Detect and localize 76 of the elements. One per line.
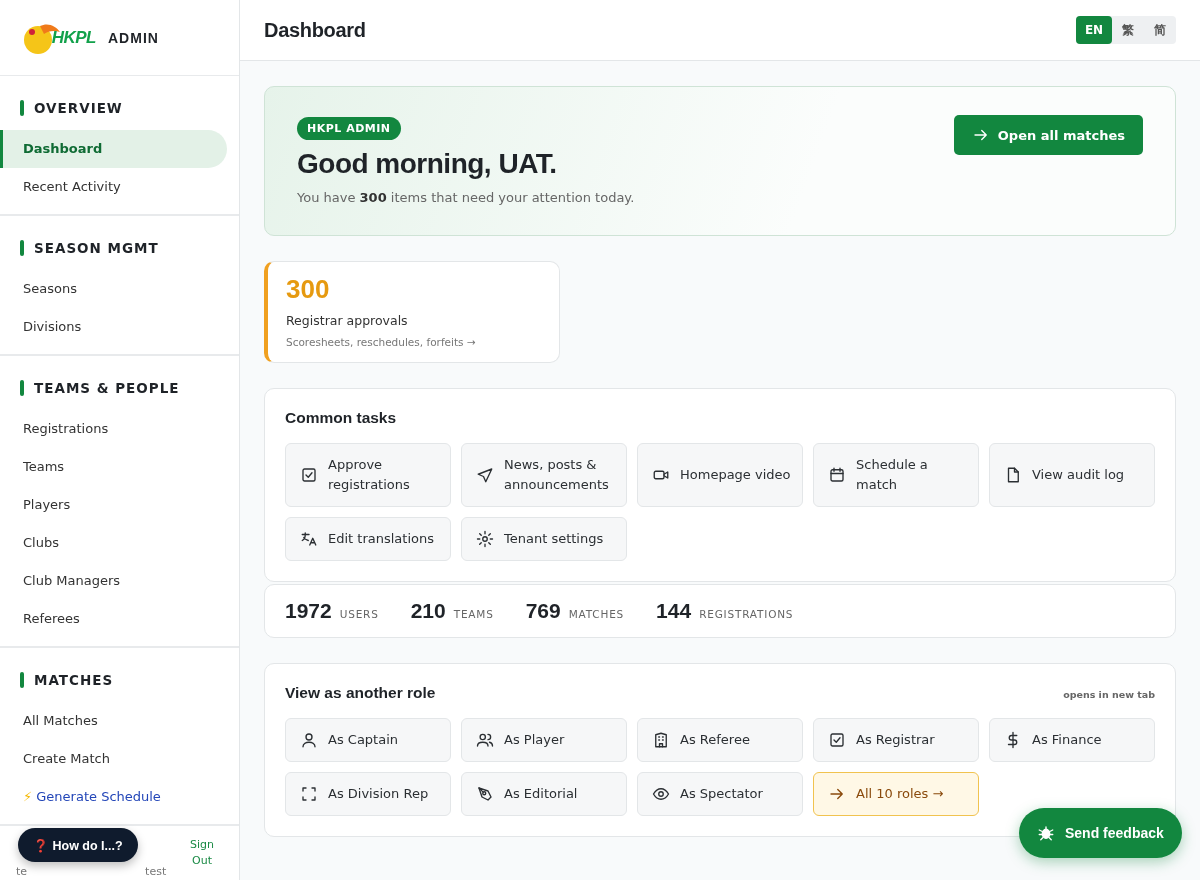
role-button[interactable]: As Player bbox=[461, 718, 627, 762]
language-toggle[interactable]: 繁 bbox=[1112, 16, 1144, 44]
nav-item[interactable]: Dashboard bbox=[0, 130, 227, 168]
section-heading: SEASON MGMT bbox=[34, 240, 159, 256]
task-button[interactable]: News, posts & announcements bbox=[461, 443, 627, 507]
role-button[interactable]: As Registrar bbox=[813, 718, 979, 762]
language-toggle[interactable]: EN bbox=[1076, 16, 1112, 44]
checkbox-icon bbox=[828, 731, 846, 749]
new-tab-note: opens in new tab bbox=[1063, 689, 1155, 700]
section-heading: MATCHES bbox=[34, 672, 114, 688]
attention-card[interactable]: 300 Registrar approvals Scoresheets, reschedules, forfeits → bbox=[264, 261, 560, 363]
stat-value: 144 bbox=[656, 599, 692, 623]
send-icon bbox=[476, 466, 494, 484]
stat-value: 769 bbox=[525, 599, 561, 623]
translate-icon bbox=[300, 530, 318, 548]
attention-count: 300 bbox=[286, 274, 331, 305]
user-email-fragment: test bbox=[145, 866, 167, 878]
sign-out-link[interactable]: Sign Out bbox=[187, 837, 217, 869]
nav-item[interactable]: Club Managers bbox=[0, 562, 227, 600]
nav-item[interactable]: Create Match bbox=[0, 740, 227, 778]
nav-item[interactable]: Registrations bbox=[0, 410, 227, 448]
role-button[interactable]: As Division Rep bbox=[285, 772, 451, 816]
nav-item[interactable]: Clubs bbox=[0, 524, 227, 562]
nav-item[interactable]: Referees bbox=[0, 600, 227, 638]
all-roles-button[interactable]: All 10 roles → bbox=[813, 772, 979, 816]
stat-label: REGISTRATIONS bbox=[699, 608, 794, 620]
pen-nib-icon bbox=[476, 785, 494, 803]
stat-label: USERS bbox=[339, 608, 379, 620]
task-button[interactable]: Tenant settings bbox=[461, 517, 627, 561]
admin-badge: HKPL ADMIN bbox=[297, 117, 401, 140]
attention-detail: Scoresheets, reschedules, forfeits → bbox=[286, 336, 477, 348]
send-feedback-button[interactable]: Send feedback bbox=[1019, 808, 1182, 858]
nav-item[interactable]: Teams bbox=[0, 448, 227, 486]
attention-summary: You have 300 items that need your attention today. bbox=[297, 190, 635, 205]
eye-icon bbox=[652, 785, 670, 803]
settings-icon bbox=[476, 530, 494, 548]
section-heading: TEAMS & PEOPLE bbox=[34, 380, 180, 396]
stat-value: 1972 bbox=[285, 599, 332, 623]
role-button[interactable]: As Captain bbox=[285, 718, 451, 762]
role-button[interactable]: As Spectator bbox=[637, 772, 803, 816]
card-title: Common tasks bbox=[285, 409, 397, 427]
language-toggle[interactable]: 简 bbox=[1144, 16, 1176, 44]
nav-item[interactable]: Seasons bbox=[0, 270, 227, 308]
role-label: ADMIN bbox=[108, 29, 159, 46]
stat-label: MATCHES bbox=[568, 608, 625, 620]
task-button[interactable]: View audit log bbox=[989, 443, 1155, 507]
task-button[interactable]: Homepage video bbox=[637, 443, 803, 507]
stat-value: 210 bbox=[410, 599, 446, 623]
task-button[interactable]: Edit translations bbox=[285, 517, 451, 561]
nav-item[interactable]: Divisions bbox=[0, 308, 227, 346]
open-all-matches-button[interactable]: Open all matches bbox=[953, 115, 1143, 155]
bug-icon bbox=[1037, 824, 1055, 842]
people-icon bbox=[476, 731, 494, 749]
stat-label: TEAMS bbox=[453, 608, 494, 620]
task-button[interactable]: Schedule a match bbox=[813, 443, 979, 507]
greeting: Good morning, UAT. bbox=[297, 148, 558, 180]
nav-item[interactable]: All Matches bbox=[0, 702, 227, 740]
attention-title: Registrar approvals bbox=[286, 313, 409, 328]
role-button[interactable]: As Referee bbox=[637, 718, 803, 762]
task-button[interactable]: Approve registrations bbox=[285, 443, 451, 507]
nav-item[interactable]: Players bbox=[0, 486, 227, 524]
frame-corners-icon bbox=[300, 785, 318, 803]
nav-item[interactable]: Recent Activity bbox=[0, 168, 227, 206]
page-title: Dashboard bbox=[264, 18, 366, 42]
role-button[interactable]: As Editorial bbox=[461, 772, 627, 816]
role-button[interactable]: As Finance bbox=[989, 718, 1155, 762]
user-email-fragment: te bbox=[16, 866, 28, 878]
calendar-icon bbox=[828, 466, 846, 484]
card-title: View as another role bbox=[285, 684, 436, 702]
checkbox-icon bbox=[300, 466, 318, 484]
building-icon bbox=[652, 731, 670, 749]
nav-item[interactable]: ⚡ Generate Schedule bbox=[0, 778, 227, 816]
league-logo: HKPL bbox=[20, 19, 96, 56]
help-button[interactable]: ❓ How do I...? bbox=[18, 828, 138, 862]
section-heading: OVERVIEW bbox=[34, 100, 123, 116]
person-icon bbox=[300, 731, 318, 749]
